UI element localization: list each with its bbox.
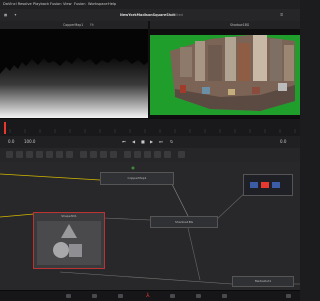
fairlight-page-icon[interactable]	[196, 294, 201, 298]
node-mediaout-label: MediaOut1	[254, 279, 272, 283]
menu-item-view[interactable]: View	[63, 0, 72, 9]
tool-bar	[0, 148, 300, 163]
tool-gradient-icon[interactable]	[26, 151, 33, 158]
menu-item-playback[interactable]: Playback	[33, 0, 49, 9]
cut-page-icon[interactable]	[92, 294, 97, 298]
media-page-icon[interactable]	[66, 294, 71, 298]
menu-item-workspace[interactable]: Workspace	[88, 0, 108, 9]
right-viewer[interactable]	[150, 29, 300, 118]
menu-item-app[interactable]: DaVinci Resolve	[3, 0, 32, 9]
menu-bar: DaVinci Resolve Playback Fusion View Fus…	[0, 0, 300, 9]
tool-paint-icon[interactable]	[16, 151, 23, 158]
color-page-icon[interactable]	[170, 294, 175, 298]
play-icon[interactable]: ▶	[150, 136, 153, 148]
edit-page-icon[interactable]	[118, 294, 123, 298]
shape3d-thumbnail	[37, 221, 101, 265]
left-viewer-header: CopperMap1 Fit	[0, 21, 148, 29]
node-minimap[interactable]	[243, 174, 293, 196]
node-shape3d[interactable]: Shape3D1	[33, 212, 105, 269]
transport-bar: 0.0 100.0 ⏮ ◀ ■ ▶ ⏭ ↻ 0.0	[0, 136, 300, 148]
end-time[interactable]: 0.0	[280, 136, 286, 148]
inspector-icon[interactable]: ☰	[280, 9, 283, 21]
skip-end-icon[interactable]: ⏭	[159, 136, 163, 148]
tool-merge-icon[interactable]	[56, 151, 63, 158]
playhead[interactable]	[4, 122, 6, 134]
city-render-image	[150, 29, 300, 118]
node-shape3d-label: Shape3D1	[61, 214, 77, 218]
tool-loader-icon[interactable]	[46, 151, 53, 158]
right-viewer-header: Shadow1BG	[150, 21, 300, 29]
tool-bspline-icon[interactable]	[110, 151, 117, 158]
tool-render3d-icon[interactable]	[144, 151, 151, 158]
settings-icon[interactable]	[286, 294, 291, 298]
tool-particles-icon[interactable]	[178, 151, 185, 158]
fusion-page-icon[interactable]: ⅄	[146, 292, 150, 299]
timeline-ruler[interactable]	[0, 118, 300, 138]
project-status: Edited	[172, 13, 183, 17]
tool-camera3d-icon[interactable]	[134, 151, 141, 158]
tool-polygon-icon[interactable]	[100, 151, 107, 158]
node-shadow-label: Shadow1BG	[174, 220, 194, 224]
minimap-nodes	[250, 182, 280, 188]
left-viewer[interactable]	[0, 29, 148, 118]
right-viewer-node[interactable]: Shadow1BG	[230, 21, 249, 29]
page-bar: ⅄	[0, 290, 300, 301]
menu-item-fusion[interactable]: Fusion	[50, 0, 62, 9]
effects-icon[interactable]: ✦	[14, 9, 17, 21]
media-pool-icon[interactable]: ▦	[4, 9, 7, 21]
menu-item-help[interactable]: Help	[108, 0, 116, 9]
ruler-ticks	[0, 119, 300, 137]
tool-background-icon[interactable]	[6, 151, 13, 158]
left-viewer-zoom[interactable]: Fit	[90, 21, 94, 29]
tool-text-icon[interactable]	[36, 151, 43, 158]
start-time[interactable]: 0.0	[8, 136, 14, 148]
depth-map-image	[0, 29, 148, 118]
deliver-page-icon[interactable]	[222, 294, 227, 298]
left-viewer-node[interactable]: CopperMap1	[63, 21, 83, 29]
stop-icon[interactable]: ■	[141, 136, 145, 148]
current-frame[interactable]: 100.0	[24, 136, 35, 148]
loop-icon[interactable]: ↻	[170, 136, 173, 148]
node-editor[interactable]: CopperMap1 Shape3D1 Shadow1BG MediaOut1	[0, 162, 300, 290]
tool-blur-icon[interactable]	[80, 151, 87, 158]
tool-transform-icon[interactable]	[90, 151, 97, 158]
tool-matte-icon[interactable]	[66, 151, 73, 158]
menu-item-fusion-2[interactable]: Fusion	[74, 0, 86, 9]
node-shadow[interactable]: Shadow1BG	[150, 216, 218, 228]
node-copper-map-label: CopperMap1	[127, 176, 147, 180]
tool-image-plane-icon[interactable]	[164, 151, 171, 158]
play-reverse-icon[interactable]: ◀	[132, 136, 135, 148]
tool-merge3d-icon[interactable]	[154, 151, 161, 158]
tool-shape3d-icon[interactable]	[124, 151, 131, 158]
skip-start-icon[interactable]: ⏮	[122, 136, 126, 148]
node-mediaout[interactable]: MediaOut1	[232, 276, 294, 287]
node-copper-map[interactable]: CopperMap1	[100, 172, 174, 185]
project-title: NewYorkMadisonSquareShot	[120, 13, 176, 17]
